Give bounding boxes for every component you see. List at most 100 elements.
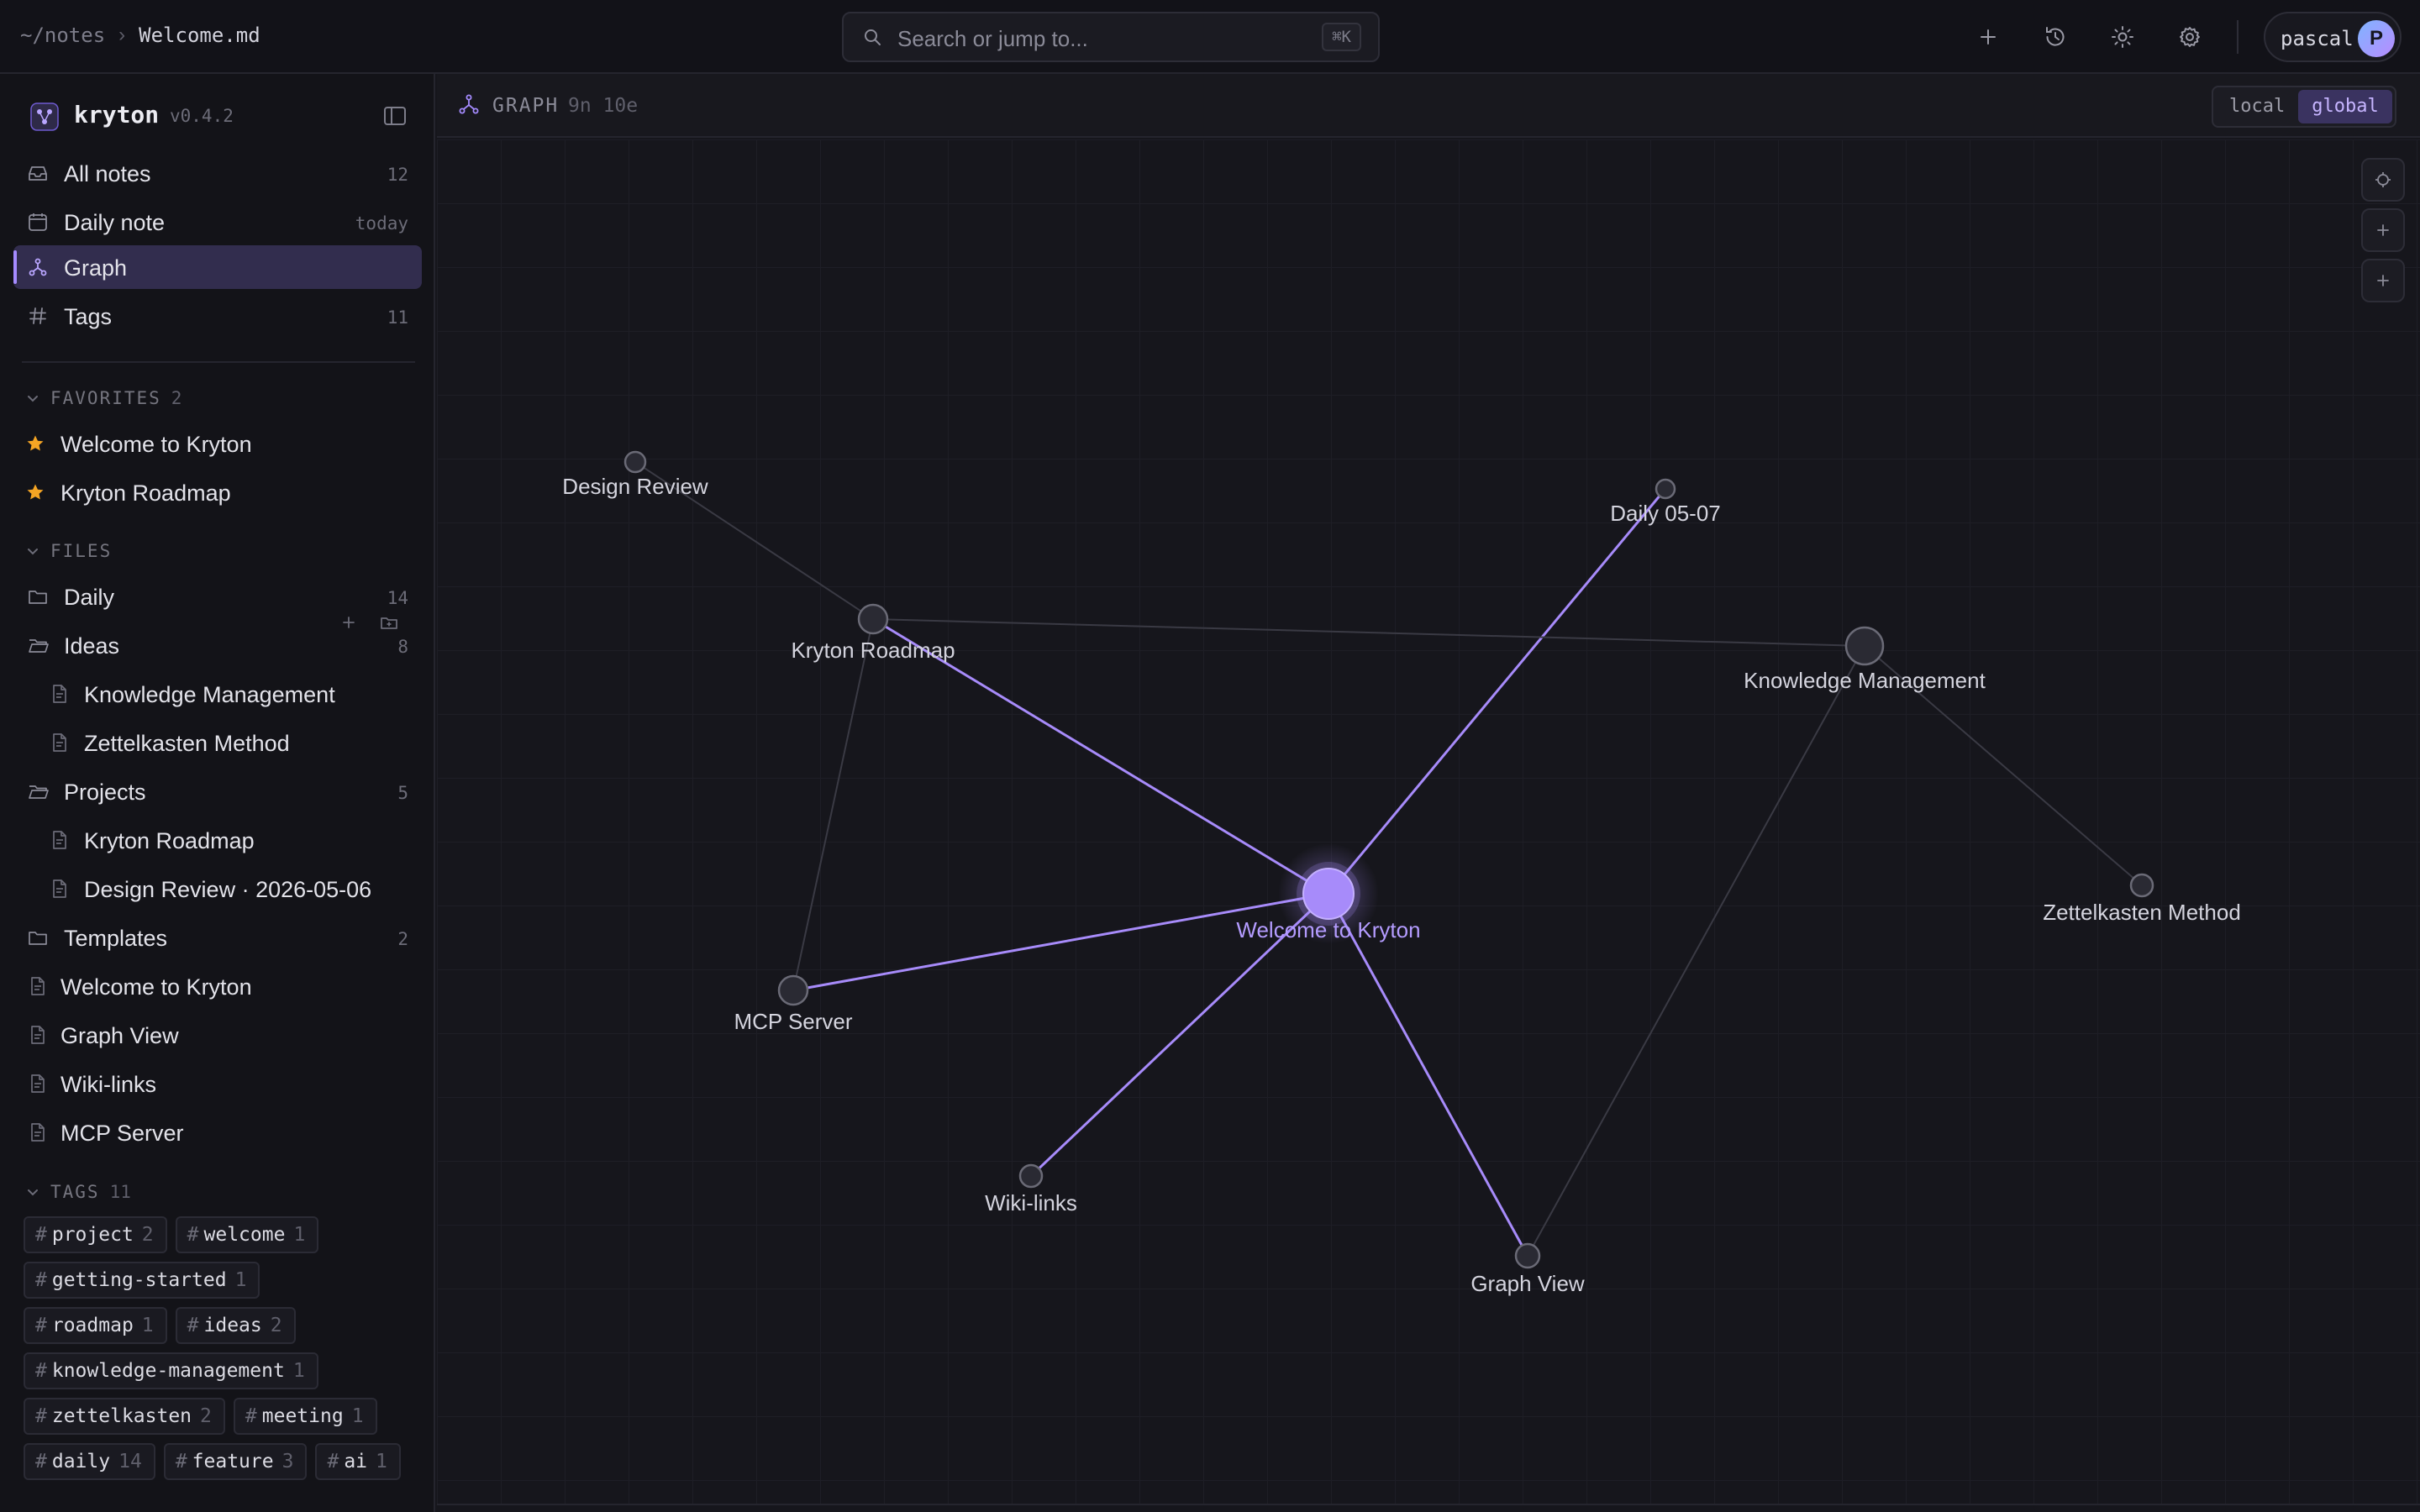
tag-chip[interactable]: # zettelkasten 2: [24, 1398, 225, 1435]
breadcrumb-current[interactable]: Welcome.md: [139, 24, 260, 47]
nav-item-all-notes[interactable]: All notes 12: [13, 151, 422, 195]
file-tree-file[interactable]: MCP Server: [13, 1110, 422, 1154]
tag-name: ideas: [203, 1315, 262, 1336]
tag-name: feature: [192, 1451, 274, 1473]
hash-icon: #: [35, 1360, 47, 1382]
history-button[interactable]: [2039, 20, 2072, 54]
nav-label: Tags: [64, 304, 113, 329]
file-icon: [31, 977, 45, 995]
file-tree-file[interactable]: Graph View: [13, 1013, 422, 1057]
graph-node-circle[interactable]: [1655, 478, 1676, 500]
tag-chip[interactable]: # meeting 1: [233, 1398, 377, 1435]
tag-chip[interactable]: # project 2: [24, 1216, 167, 1253]
files-section-header[interactable]: FILES: [25, 538, 112, 564]
search-input[interactable]: Search or jump to... ⌘K: [842, 12, 1380, 62]
hash-icon: [29, 307, 46, 324]
file-tree-file[interactable]: Design Review · 2026-05-06: [13, 867, 422, 911]
brand-name: kryton: [74, 101, 160, 129]
tag-chip[interactable]: # feature 3: [163, 1443, 308, 1480]
graph-svg[interactable]: Welcome to Kryton Kryton Roadmap Design Re…: [437, 139, 2420, 1505]
tag-name: project: [51, 1224, 134, 1246]
file-tree-folder[interactable]: Ideas 8: [13, 623, 422, 667]
graph-node-circle[interactable]: [1302, 868, 1355, 920]
file-tree-folder[interactable]: Daily 14: [13, 575, 422, 618]
graph-node-circle[interactable]: [857, 603, 889, 635]
file-tree-count: 2: [397, 929, 408, 949]
file-tree-file[interactable]: Zettelkasten Method: [13, 721, 422, 764]
new-note-button[interactable]: [1971, 20, 2005, 54]
scope-global-button[interactable]: global: [2298, 90, 2392, 123]
tag-chip[interactable]: # ideas 2: [175, 1307, 296, 1344]
tag-chip[interactable]: # roadmap 1: [24, 1307, 167, 1344]
calendar-icon: [29, 213, 47, 231]
file-tree-folder[interactable]: Templates 2: [13, 916, 422, 959]
tags-section-header[interactable]: TAGS 11: [25, 1179, 131, 1205]
tag-row: # zettelkasten 2 # meeting 1: [24, 1398, 377, 1435]
nav-item-tags[interactable]: Tags 11: [13, 294, 422, 338]
user-menu-button[interactable]: pascal P: [2264, 12, 2402, 62]
avatar: P: [2358, 20, 2395, 57]
breadcrumb-separator: ›: [118, 24, 126, 46]
file-tree-label: Templates: [64, 926, 168, 951]
graph-node-circle[interactable]: [1844, 626, 1885, 666]
tag-name: roadmap: [51, 1315, 134, 1336]
nav-item-graph[interactable]: Graph: [13, 245, 422, 289]
hash-icon: #: [35, 1224, 47, 1246]
hash-icon: #: [187, 1224, 199, 1246]
graph-node-circle[interactable]: [1514, 1242, 1541, 1269]
section-count: 2: [171, 388, 182, 408]
tag-name: welcome: [203, 1224, 286, 1246]
file-tree-file[interactable]: Welcome to Kryton: [13, 964, 422, 1008]
file-tree-folder[interactable]: Projects 5: [13, 769, 422, 813]
tag-chip[interactable]: # welcome 1: [175, 1216, 319, 1253]
chevron-down-icon: [28, 1189, 38, 1196]
recenter-button[interactable]: [2361, 158, 2405, 202]
chevron-down-icon: [28, 396, 38, 402]
brand-version: v0.4.2: [170, 106, 234, 126]
scope-local-button[interactable]: local: [2216, 90, 2298, 123]
graph-canvas[interactable]: Welcome to Kryton Kryton Roadmap Design Re…: [437, 139, 2420, 1505]
tag-row: # getting-started 1: [24, 1262, 260, 1299]
tag-chip[interactable]: # knowledge-management 1: [24, 1352, 318, 1389]
nav-count: today: [355, 213, 408, 234]
favorite-item[interactable]: Kryton Roadmap: [13, 470, 422, 514]
tag-chip[interactable]: # getting-started 1: [24, 1262, 260, 1299]
graph-node-circle[interactable]: [1018, 1163, 1044, 1189]
theme-toggle-button[interactable]: [2106, 20, 2139, 54]
graph-header: GRAPH 9n 10e local global: [437, 74, 2420, 138]
nav-item-daily-note[interactable]: Daily note today: [13, 200, 422, 244]
graph-icon: [459, 94, 479, 114]
file-tree-file[interactable]: Wiki-links: [13, 1062, 422, 1105]
favorite-label: Welcome to Kryton: [60, 432, 252, 457]
graph-node-label: Knowledge Management: [1744, 668, 1986, 693]
favorite-label: Kryton Roadmap: [60, 480, 231, 506]
tag-count: 2: [270, 1315, 282, 1336]
file-tree-file[interactable]: Kryton Roadmap: [13, 818, 422, 862]
favorite-item[interactable]: Welcome to Kryton: [13, 422, 422, 465]
file-icon: [31, 1026, 45, 1044]
zoom-in-button[interactable]: [2361, 208, 2405, 252]
file-tree-file[interactable]: Knowledge Management: [13, 672, 422, 716]
tag-chip[interactable]: # daily 14: [24, 1443, 155, 1480]
graph-node-circle[interactable]: [623, 450, 647, 474]
tag-count: 1: [292, 1360, 305, 1382]
file-icon: [31, 1074, 45, 1093]
sidebar-collapse-icon[interactable]: [381, 102, 408, 129]
breadcrumb-root[interactable]: ~/notes: [20, 24, 105, 47]
tag-count: 1: [351, 1405, 364, 1427]
favorites-section-header[interactable]: FAVORITES 2: [25, 386, 182, 411]
breadcrumb: ~/notes › Welcome.md: [20, 24, 260, 47]
user-name: pascal: [2281, 27, 2354, 50]
kryton-logo-icon: [30, 102, 59, 131]
graph-node-label: Design Review: [562, 474, 708, 499]
file-tree-label: Daily: [64, 585, 115, 610]
graph-node-circle[interactable]: [777, 974, 809, 1006]
graph-node-circle[interactable]: [2129, 873, 2154, 898]
settings-button[interactable]: [2173, 20, 2207, 54]
graph-node-label: Daily 05-07: [1610, 501, 1721, 526]
add-node-button[interactable]: [2361, 259, 2405, 302]
folder-open-icon: [29, 785, 49, 799]
tag-name: ai: [344, 1451, 368, 1473]
inbox-icon: [29, 166, 47, 181]
tag-chip[interactable]: # ai 1: [315, 1443, 401, 1480]
